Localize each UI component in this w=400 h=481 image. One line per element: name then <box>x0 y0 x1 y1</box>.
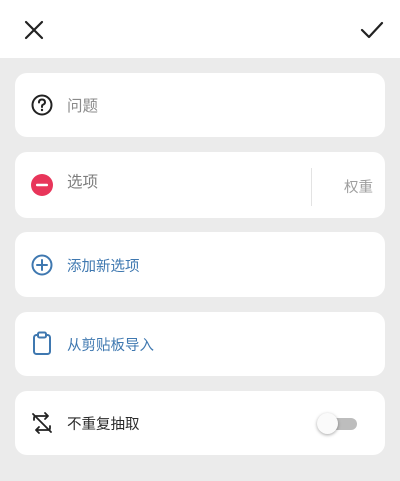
top-bar <box>0 0 400 58</box>
question-circle-icon <box>29 92 55 118</box>
no-repeat-label: 不重复抽取 <box>67 417 140 433</box>
no-repeat-toggle[interactable] <box>317 413 357 434</box>
check-icon <box>360 21 384 39</box>
add-option-button[interactable]: 添加新选项 <box>15 232 385 297</box>
add-circle-icon <box>29 252 55 278</box>
confirm-button[interactable] <box>356 14 388 46</box>
clipboard-icon <box>29 331 55 357</box>
paste-import-button[interactable]: 从剪贴板导入 <box>15 312 385 376</box>
remove-option-button[interactable] <box>29 172 55 198</box>
option-divider <box>311 168 312 206</box>
question-card[interactable]: 问题 <box>15 73 385 137</box>
no-repeat-icon <box>29 410 55 436</box>
no-repeat-card: 不重复抽取 <box>15 391 385 455</box>
option-card: 选项 权重 <box>15 152 385 218</box>
close-button[interactable] <box>18 14 50 46</box>
close-icon <box>24 20 44 40</box>
toggle-thumb <box>317 413 338 434</box>
paste-import-label: 从剪贴板导入 <box>67 338 154 354</box>
remove-circle-icon <box>31 174 53 196</box>
add-option-label: 添加新选项 <box>67 259 140 275</box>
question-input[interactable]: 问题 <box>67 94 98 116</box>
option-input[interactable]: 选项 <box>67 170 98 192</box>
weight-input[interactable]: 权重 <box>344 176 373 197</box>
